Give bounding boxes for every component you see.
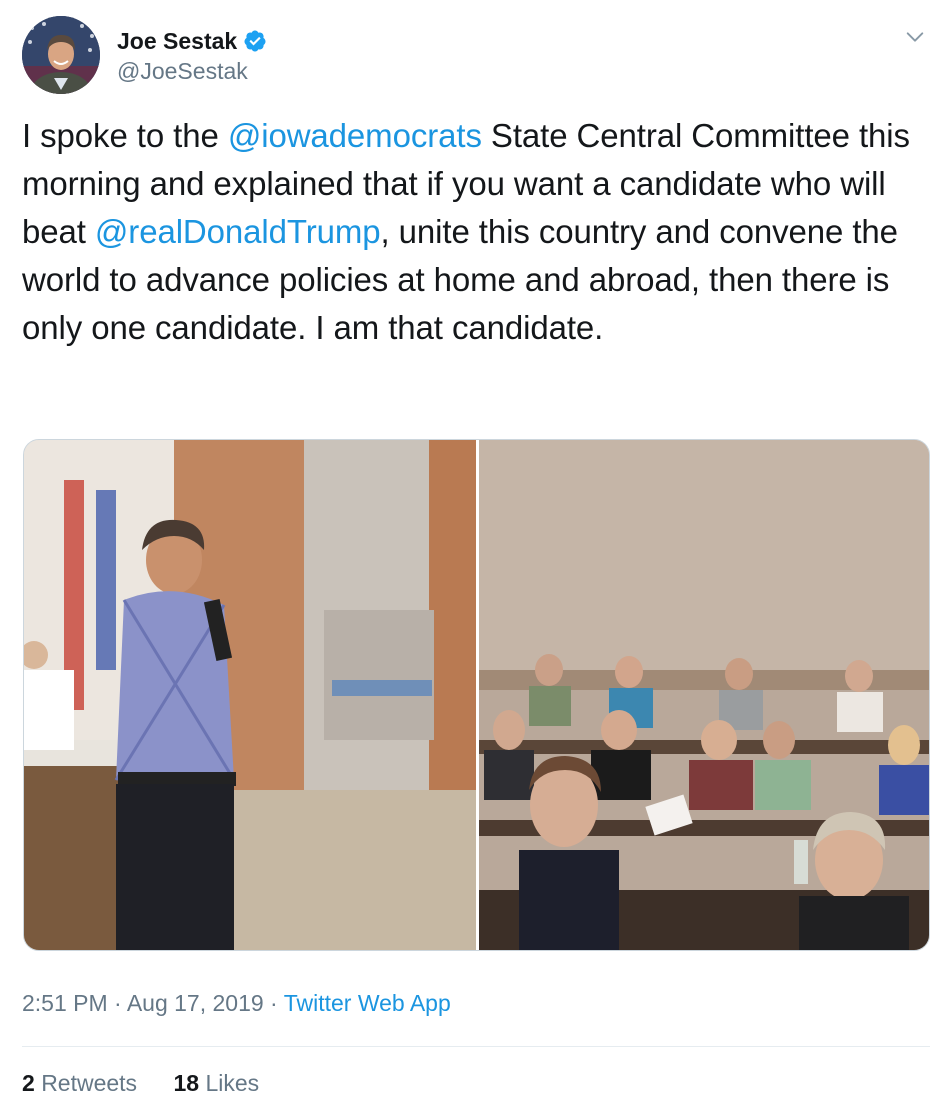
- divider: [22, 1046, 930, 1047]
- tweet-time[interactable]: 2:51 PM: [22, 990, 108, 1016]
- audience-photo[interactable]: [479, 440, 930, 951]
- likes-label: Likes: [205, 1070, 260, 1096]
- tweet-text: I spoke to the @iowademocrats State Cent…: [22, 112, 936, 352]
- tweet-source-link[interactable]: Twitter Web App: [284, 990, 451, 1016]
- author-block: Joe Sestak @JoeSestak: [117, 24, 267, 85]
- verified-badge-icon: [244, 30, 266, 52]
- retweets-count: 2: [22, 1070, 35, 1096]
- likes-stat[interactable]: 18 Likes: [173, 1070, 259, 1097]
- author-name[interactable]: Joe Sestak: [117, 28, 237, 55]
- tweet-meta: 2:51 PM · Aug 17, 2019 · Twitter Web App: [22, 990, 451, 1017]
- author-handle[interactable]: @JoeSestak: [117, 58, 267, 85]
- meta-separator: ·: [263, 990, 284, 1016]
- tweet-date[interactable]: Aug 17, 2019: [127, 990, 264, 1016]
- chevron-down-icon[interactable]: [904, 26, 926, 48]
- mention-link[interactable]: @iowademocrats: [228, 117, 482, 154]
- speaker-photo[interactable]: [24, 440, 476, 951]
- tweet-text-segment: I spoke to the: [22, 117, 228, 154]
- avatar[interactable]: [22, 16, 100, 94]
- retweets-stat[interactable]: 2 Retweets: [22, 1070, 137, 1097]
- tweet-stats: 2 Retweets 18 Likes: [22, 1070, 289, 1097]
- meta-separator: ·: [107, 990, 127, 1016]
- retweets-label: Retweets: [41, 1070, 138, 1096]
- likes-count: 18: [173, 1070, 200, 1096]
- tweet-card: Joe Sestak @JoeSestak I spoke to the @io…: [0, 0, 946, 1118]
- mention-link[interactable]: @realDonaldTrump: [95, 213, 381, 250]
- media-grid: [23, 439, 930, 951]
